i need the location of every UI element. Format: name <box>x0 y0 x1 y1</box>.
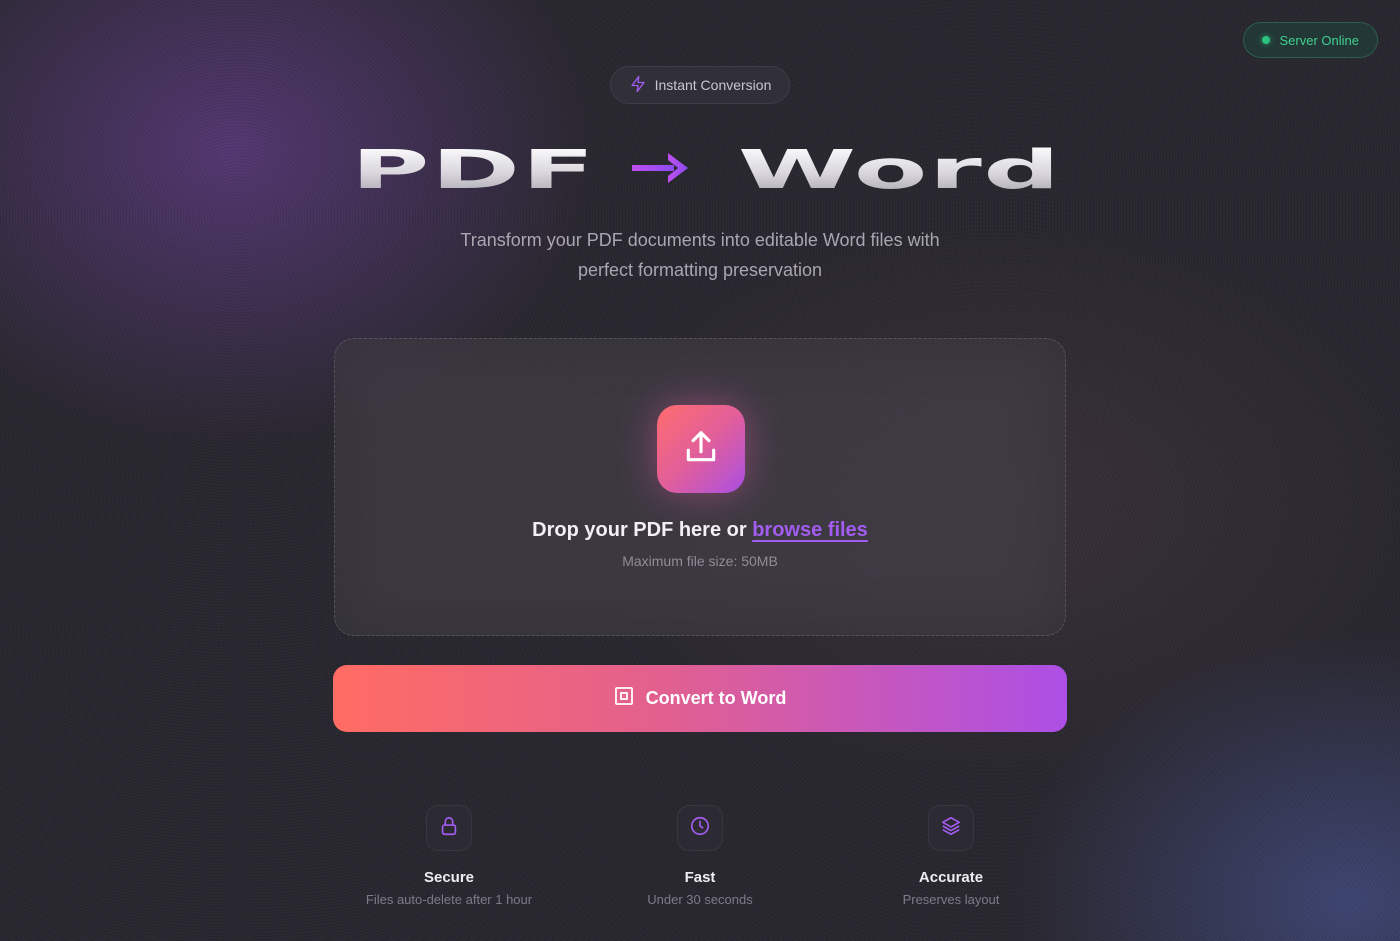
browse-files-link[interactable]: browse files <box>752 519 868 541</box>
drop-prompt-text: Drop your PDF here or <box>532 519 753 541</box>
max-file-size-note: Maximum file size: 50MB <box>622 553 778 569</box>
feature-subtitle: Files auto-delete after 1 hour <box>365 892 533 907</box>
feature-accurate: Accurate Preserves layout <box>826 805 1076 907</box>
convert-to-word-button[interactable]: Convert to Word <box>333 665 1067 732</box>
layers-icon <box>940 815 962 841</box>
feature-subtitle: Under 30 seconds <box>647 892 753 907</box>
server-status-badge: Server Online <box>1242 22 1378 58</box>
lock-icon <box>438 815 460 841</box>
page-subtitle: Transform your PDF documents into editab… <box>460 230 940 280</box>
title-pdf: PDF <box>350 139 597 201</box>
feature-title: Fast <box>684 869 716 886</box>
feature-icon-box <box>677 805 723 851</box>
server-status-label: Server Online <box>1279 32 1359 48</box>
convert-button-label: Convert to Word <box>645 688 787 708</box>
upload-button[interactable] <box>657 405 745 493</box>
feature-subtitle: Preserves layout <box>902 892 1000 907</box>
feature-secure: Secure Files auto-delete after 1 hour <box>324 805 574 907</box>
title-word: Word <box>737 139 1062 201</box>
feature-icon-box <box>426 805 472 851</box>
feature-icon-box <box>928 805 974 851</box>
pdf-dropzone[interactable]: Drop your PDF here or browse files Maxim… <box>334 338 1066 636</box>
lightning-icon <box>629 75 647 96</box>
instant-conversion-badge: Instant Conversion <box>610 66 790 104</box>
upload-icon <box>682 428 720 470</box>
feature-fast: Fast Under 30 seconds <box>575 805 825 907</box>
feature-title: Accurate <box>918 869 984 886</box>
status-dot-icon <box>1261 36 1270 44</box>
arrow-right-icon <box>630 148 690 192</box>
feature-list: Secure Files auto-delete after 1 hour Fa… <box>0 805 1400 925</box>
drop-prompt: Drop your PDF here or browse files <box>335 519 1065 542</box>
feature-title: Secure <box>423 869 475 886</box>
badge-label: Instant Conversion <box>654 77 772 93</box>
document-icon <box>614 686 634 711</box>
page-title: PDF Word <box>0 130 1400 210</box>
clock-icon <box>689 815 711 841</box>
